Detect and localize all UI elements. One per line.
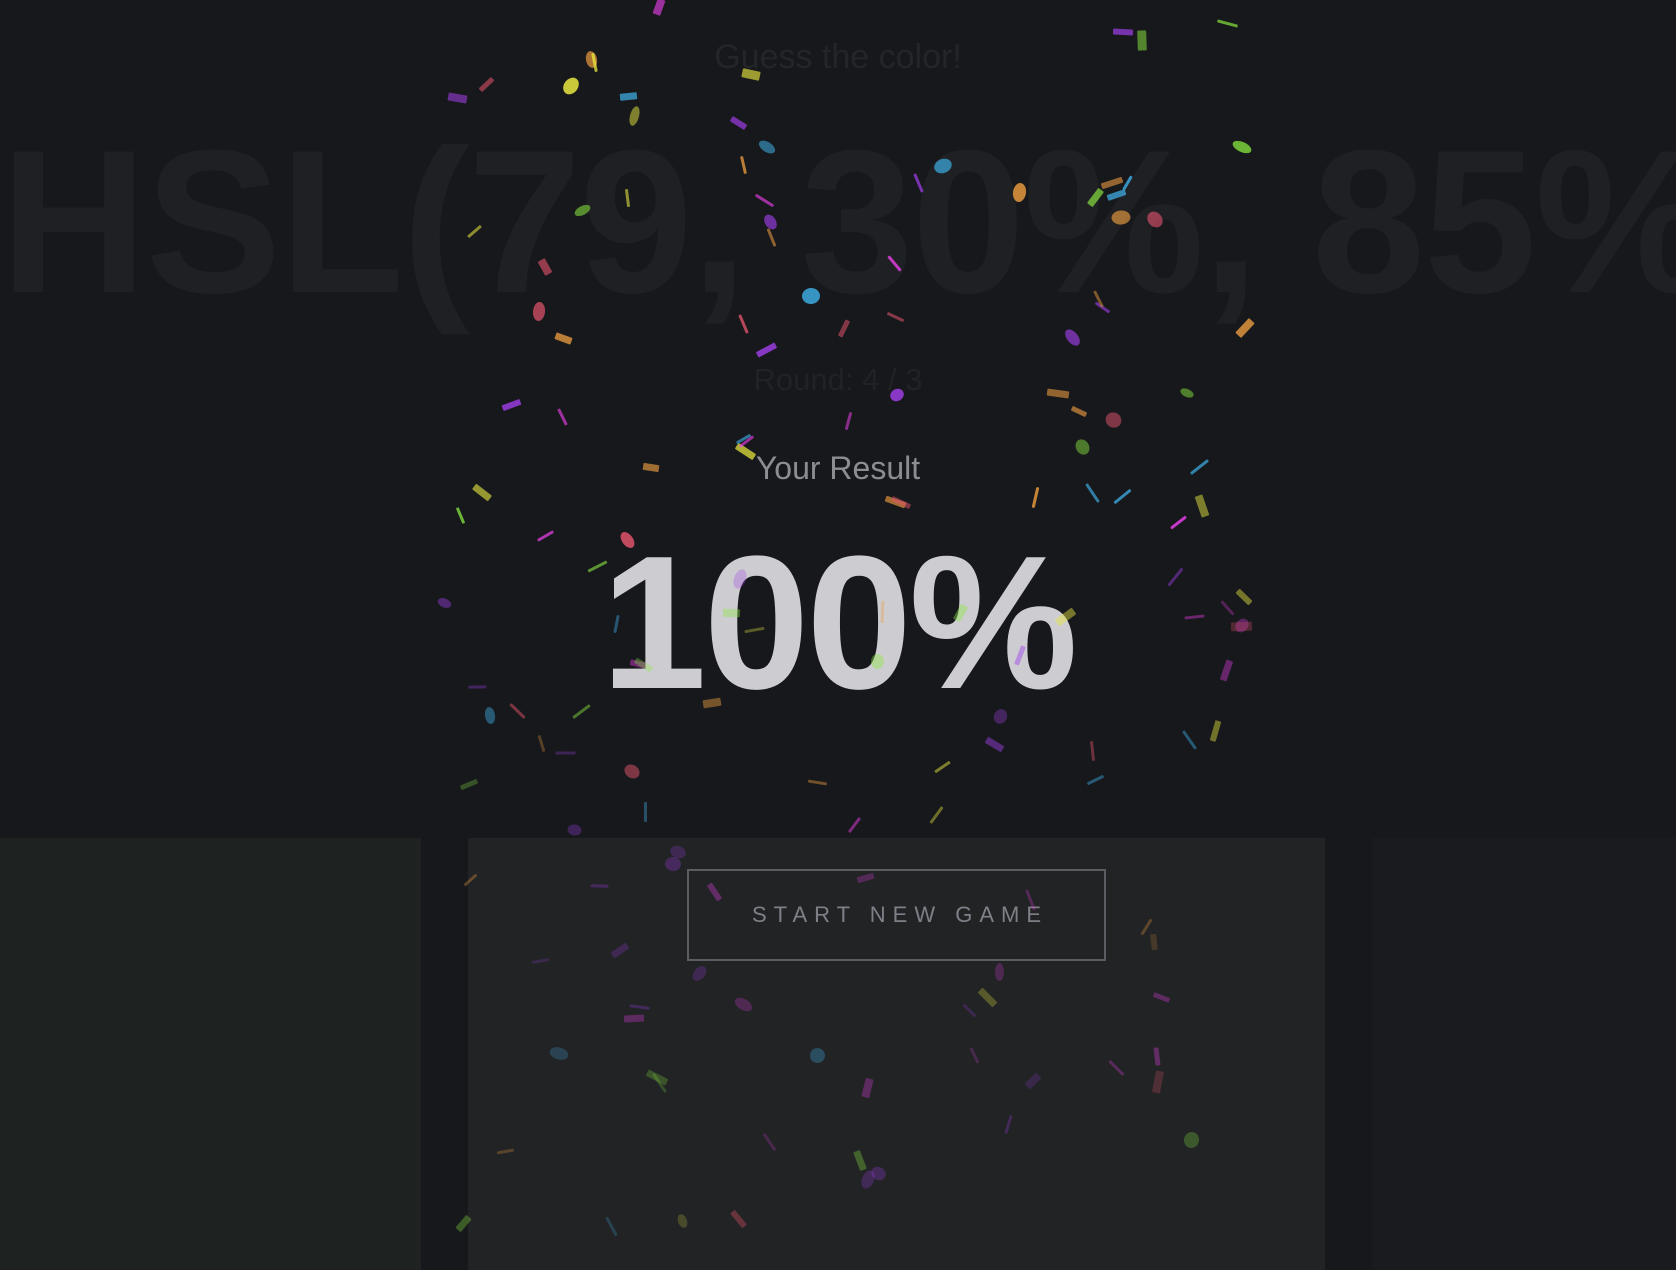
result-label: Your Result: [755, 450, 921, 486]
round-counter: Round: 4 / 3: [753, 362, 923, 397]
game-subtitle: Guess the color!: [714, 38, 962, 76]
start-new-game-button[interactable]: START NEW GAME: [687, 869, 1106, 961]
color-swatch-panel-left: [0, 838, 421, 1270]
result-score: 100%: [601, 517, 1078, 729]
target-color-hsl: HSL(79, 30%, 85%): [0, 108, 1676, 336]
color-swatch-panel-right: [1372, 838, 1676, 1270]
result-screen: Guess the color! HSL(79, 30%, 85%) Round…: [0, 0, 1676, 1270]
